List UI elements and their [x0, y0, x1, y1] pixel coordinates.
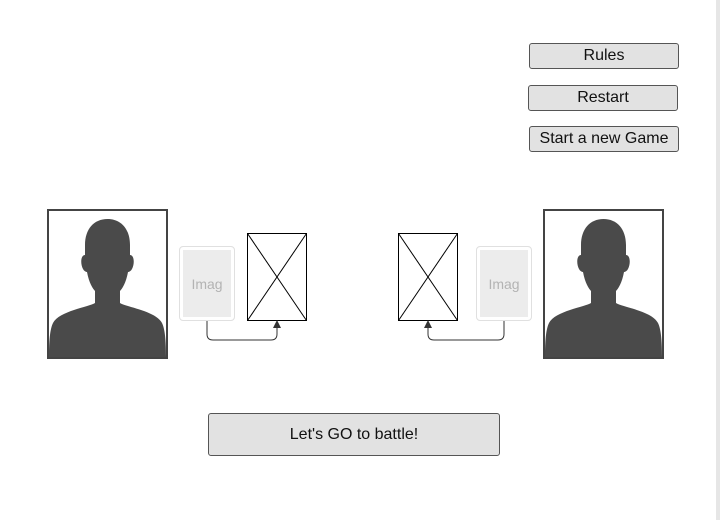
new-game-button[interactable]: Start a new Game	[529, 126, 679, 152]
player-two-avatar	[543, 209, 664, 359]
arrow-up-icon	[424, 320, 432, 328]
game-board: Rules Restart Start a new Game Imag Imag	[0, 0, 720, 520]
battle-button[interactable]: Let's GO to battle!	[208, 413, 500, 456]
player-one-play-slot	[247, 233, 307, 321]
user-silhouette-icon	[545, 219, 662, 357]
user-silhouette-icon	[49, 219, 166, 357]
player-one-avatar	[47, 209, 168, 359]
right-connector-line	[427, 321, 505, 341]
arrow-up-icon	[273, 320, 281, 328]
left-connector-line	[206, 321, 278, 341]
rules-button[interactable]: Rules	[529, 43, 679, 69]
player-two-card[interactable]: Imag	[476, 246, 532, 321]
player-one-card[interactable]: Imag	[179, 246, 235, 321]
player-two-play-slot	[398, 233, 458, 321]
window-edge	[716, 0, 720, 520]
restart-button[interactable]: Restart	[528, 85, 678, 111]
